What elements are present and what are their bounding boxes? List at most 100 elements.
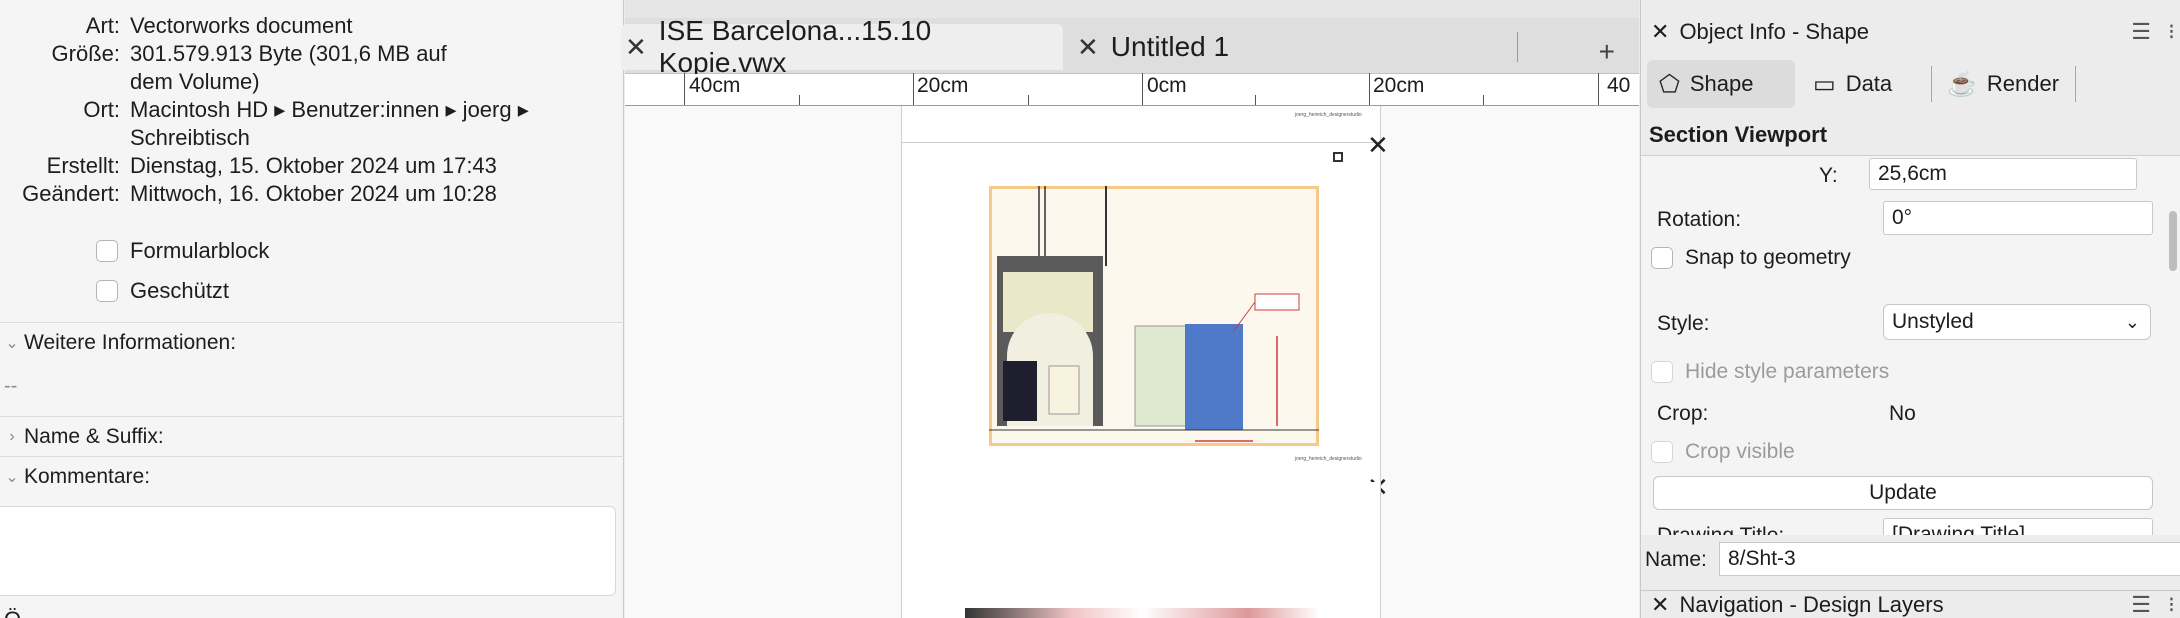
modified-value: Mittwoch, 16. Oktober 2024 um 10:28 [130, 181, 497, 206]
close-icon[interactable]: ✕ [625, 32, 647, 63]
name-field[interactable]: 8/Sht-3 [1719, 542, 2180, 576]
tab-untitled-1[interactable]: ✕ Untitled 1 [1073, 24, 1373, 70]
file-info-panel: Art: Vectorworks document Größe: 301.579… [0, 0, 624, 618]
size-value-cont: dem Volume) [130, 69, 260, 94]
crop-visible-label: Crop visible [1685, 440, 1795, 463]
ruler-label: 40cm [689, 74, 741, 97]
chevron-down-icon: ⌄ [2124, 311, 2140, 332]
tab-label: Data [1845, 71, 1893, 96]
blue-wall-panel [1185, 324, 1243, 430]
ruler-tick [1142, 73, 1143, 105]
ruler-label: 20cm [917, 74, 969, 97]
crop-visible-checkbox [1651, 441, 1673, 463]
tab-label: Render [1986, 71, 2060, 96]
snap-to-geometry-label: Snap to geometry [1685, 246, 1851, 269]
scrollbar-thumb[interactable] [2169, 211, 2177, 271]
data-icon: ▭ [1813, 70, 1836, 98]
tab-divider [1517, 32, 1518, 62]
stationery-checkbox-row[interactable]: Formularblock [96, 238, 269, 264]
shape-icon: ⬠ [1659, 70, 1680, 98]
object-info-palette: ✕ Object Info - Shape ☰ ⁝ ⬠ Shape ▭ Data… [1640, 0, 2180, 618]
shape-properties: Y: 25,6cm Rotation: 0° Snap to geometry … [1641, 155, 2180, 535]
more-info-label: Weitere Informationen: [24, 330, 237, 354]
created-value: Dienstag, 15. Oktober 2024 um 17:43 [130, 153, 497, 178]
company-logo [1333, 152, 1343, 162]
drawing-title-field[interactable]: [Drawing Title] [1883, 518, 2153, 535]
close-icon[interactable]: ✕ [1651, 19, 1669, 45]
tab-label: Shape [1689, 71, 1754, 96]
crosshair-icon: ✕ [1367, 130, 1389, 160]
close-icon[interactable]: ✕ [1651, 592, 1669, 618]
update-button[interactable]: Update [1653, 476, 2153, 510]
tab-data[interactable]: ▭ Data [1801, 60, 1931, 108]
where-value: Macintosh HD ▸ Benutzer:innen ▸ joerg ▸ [130, 97, 529, 122]
ruler-tick [1255, 95, 1256, 105]
crop-label: Crop: [1657, 402, 1709, 425]
chevron-down-icon: ⌄ [5, 468, 19, 486]
y-field[interactable]: 25,6cm [1869, 158, 2137, 190]
ruler-tick [913, 73, 914, 105]
teapot-icon: ☕ [1947, 70, 1977, 98]
sheet-credit: joerg_heinrich_designerstudio [1295, 456, 1362, 462]
object-info-titlebar: ✕ Object Info - Shape ☰ ⁝ [1641, 14, 2180, 50]
tab-shape[interactable]: ⬠ Shape [1647, 60, 1795, 108]
ruler-label: 0cm [1147, 74, 1187, 97]
object-info-tabs: ⬠ Shape ▭ Data ☕ Render [1641, 52, 2180, 112]
ruler-tick [1598, 73, 1599, 105]
y-label: Y: [1819, 164, 1838, 187]
more-info-section[interactable]: ⌄ Weitere Informationen: [0, 322, 624, 362]
chevron-right-icon: › [9, 427, 15, 445]
name-label: Name: [1645, 548, 1707, 571]
cut-section-label: Ö [4, 606, 21, 618]
options-icon[interactable]: ⁝ [2168, 19, 2175, 45]
stationery-label: Formularblock [130, 238, 270, 263]
tab-ise-barcelona[interactable]: ✕ ISE Barcelona...15.10 Kopie.vwx [621, 15, 1063, 78]
comments-label: Kommentare: [24, 464, 151, 488]
ruler-tick [799, 95, 800, 105]
snap-to-geometry-checkbox[interactable] [1651, 247, 1673, 269]
modified-label: Geändert: [22, 181, 120, 206]
tab-render[interactable]: ☕ Render [1935, 60, 2075, 108]
kind-value: Vectorworks document [130, 13, 353, 38]
section-viewport-drawing[interactable] [989, 186, 1319, 446]
next-viewport-preview [965, 608, 1319, 618]
created-label: Erstellt: [46, 153, 120, 178]
comments-section[interactable]: ⌄ Kommentare: [0, 456, 624, 496]
ruler-label: 40 [1607, 74, 1631, 97]
locked-checkbox-row[interactable]: Geschützt [96, 278, 229, 304]
snap-to-geometry-row[interactable]: Snap to geometry [1651, 246, 1851, 270]
sheet-page [901, 482, 1381, 618]
new-tab-button[interactable]: + [1599, 36, 1615, 68]
where-value-cont: Schreibtisch [130, 125, 250, 150]
drawing-canvas[interactable]: joerg_heinrich_designerstudio ✕ joerg_he… [625, 106, 1639, 618]
name-ext-label: Name & Suffix: [24, 424, 164, 448]
booth-text-panel [1048, 365, 1080, 415]
more-info-value: -- [4, 375, 18, 397]
ruler-tick [1483, 95, 1484, 105]
menu-icon[interactable]: ☰ [2131, 19, 2151, 45]
rotation-field[interactable]: 0° [1883, 201, 2153, 235]
navigation-palette-titlebar: ✕ Navigation - Design Layers ☰ ⁝ [1641, 590, 2180, 618]
crop-value: No [1889, 402, 1916, 425]
locked-checkbox[interactable] [96, 280, 118, 302]
size-value: 301.579.913 Byte (301,6 MB auf [130, 41, 447, 66]
options-icon[interactable]: ⁝ [2168, 592, 2175, 618]
comments-textarea[interactable] [0, 506, 616, 596]
hide-style-label: Hide style parameters [1685, 360, 1890, 383]
ruler-tick [684, 73, 685, 105]
where-label: Ort: [83, 97, 120, 122]
document-tabbar: ✕ ISE Barcelona...15.10 Kopie.vwx ✕ Unti… [621, 15, 1639, 78]
menu-icon[interactable]: ☰ [2131, 592, 2151, 618]
style-dropdown[interactable]: Unstyled ⌄ [1883, 304, 2151, 340]
ruler-tick [1028, 95, 1029, 105]
name-row: Name: 8/Sht-3 [1641, 540, 2180, 580]
annotation-callout [1254, 293, 1300, 311]
close-icon[interactable]: ✕ [1077, 32, 1099, 63]
booth-display [1003, 361, 1037, 421]
page-boundary [901, 142, 1381, 143]
stationery-checkbox[interactable] [96, 240, 118, 262]
kind-label: Art: [85, 13, 120, 38]
hide-style-row: Hide style parameters [1651, 360, 1889, 384]
name-ext-section[interactable]: › Name & Suffix: [0, 416, 624, 456]
style-label: Style: [1657, 312, 1710, 335]
